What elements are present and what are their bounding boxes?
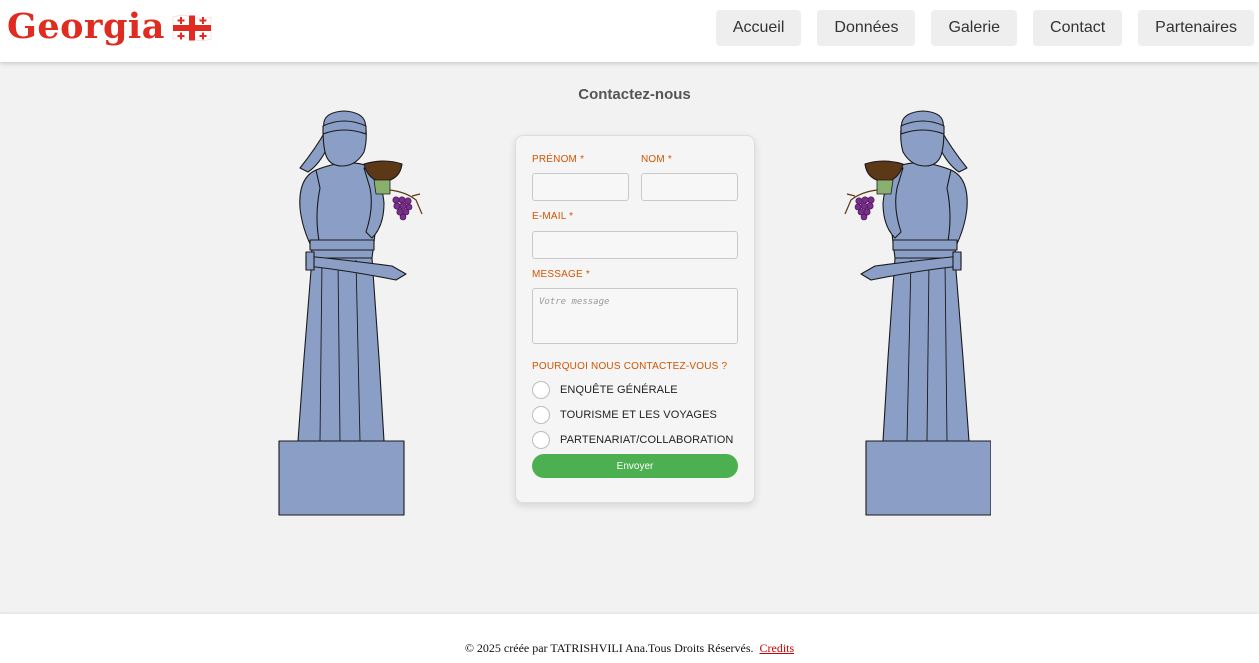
- page-title: Contactez-nous: [578, 86, 691, 103]
- nav-galerie[interactable]: Galerie: [931, 10, 1018, 46]
- credits-link[interactable]: Credits: [760, 641, 795, 655]
- first-name-input[interactable]: [532, 173, 629, 201]
- reason-option-label: PARTENARIAT/COLLABORATION: [560, 434, 734, 446]
- kartlis-deda-statue-right: [844, 110, 991, 516]
- kartlis-deda-statue-left: [278, 110, 423, 516]
- radio-button[interactable]: [532, 406, 550, 424]
- submit-button[interactable]: Envoyer: [532, 454, 738, 478]
- reason-option-tourism[interactable]: TOURISME ET LES VOYAGES: [532, 406, 717, 424]
- nav-donnees[interactable]: Données: [817, 10, 916, 46]
- nav-accueil[interactable]: Accueil: [715, 10, 802, 46]
- header: Georgia Accueil Données Galerie Contact …: [0, 0, 1259, 62]
- radio-button[interactable]: [532, 381, 550, 399]
- reason-option-general[interactable]: ENQUÊTE GÉNÉRALE: [532, 381, 678, 399]
- email-input[interactable]: [532, 231, 738, 259]
- logo[interactable]: Georgia: [7, 8, 213, 46]
- last-name-input[interactable]: [641, 173, 738, 201]
- logo-text: Georgia: [7, 6, 165, 47]
- last-name-label: NOM *: [641, 154, 672, 165]
- first-name-label: PRÉNOM *: [532, 154, 585, 165]
- footer-text: © 2025 créée par TATRISHVILI Ana.Tous Dr…: [0, 641, 1259, 656]
- message-label: MESSAGE *: [532, 269, 590, 280]
- reason-option-partnership[interactable]: PARTENARIAT/COLLABORATION: [532, 431, 733, 449]
- radio-button[interactable]: [532, 431, 550, 449]
- contact-form: PRÉNOM * NOM * E-MAIL * MESSAGE * POURQU…: [515, 135, 755, 503]
- georgian-flag-icon: [172, 15, 212, 41]
- reason-label: POURQUOI NOUS CONTACTEZ-VOUS ?: [532, 361, 728, 372]
- reason-option-label: ENQUÊTE GÉNÉRALE: [560, 384, 678, 396]
- footer: © 2025 créée par TATRISHVILI Ana.Tous Dr…: [0, 614, 1259, 663]
- email-label: E-MAIL *: [532, 211, 574, 222]
- nav-partenaires[interactable]: Partenaires: [1138, 10, 1254, 46]
- nav-contact[interactable]: Contact: [1033, 10, 1123, 46]
- copyright-text: © 2025 créée par TATRISHVILI Ana.Tous Dr…: [464, 641, 754, 655]
- message-textarea[interactable]: [532, 288, 738, 344]
- main-nav: Accueil Données Galerie Contact Partenai…: [715, 10, 1254, 46]
- reason-option-label: TOURISME ET LES VOYAGES: [560, 409, 717, 421]
